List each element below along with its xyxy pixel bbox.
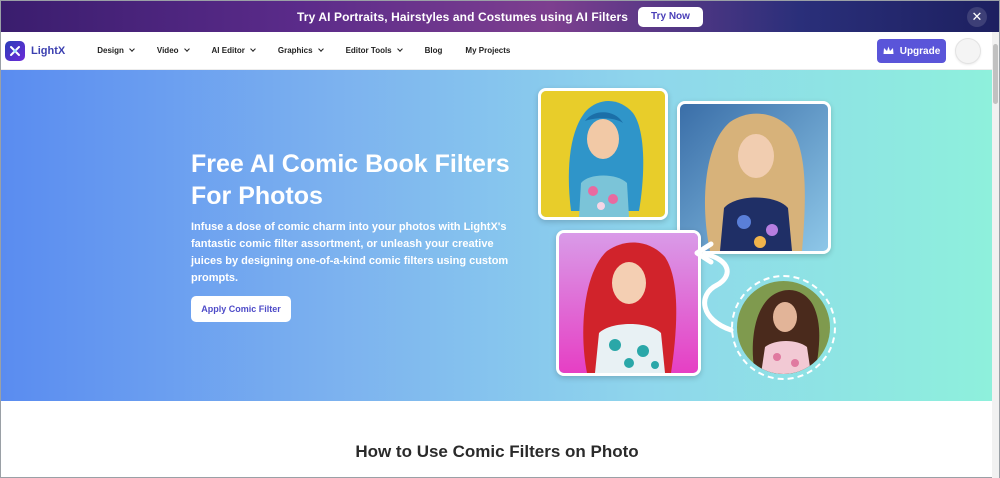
hero-section: Free AI Comic Book Filters For Photos In… (1, 70, 993, 401)
nav-item-video[interactable]: Video (156, 46, 190, 55)
hero-description: Infuse a dose of comic charm into your p… (191, 221, 509, 284)
comic-sample-image-blue-hair (538, 88, 668, 220)
nav-item-graphics[interactable]: Graphics (277, 46, 324, 55)
original-photo-thumbnail (731, 275, 836, 380)
comic-sample-image-red-hair (556, 230, 701, 376)
logo-text: LightX (31, 44, 66, 57)
top-navigation: LightX Design Video AI Editor Graphics E… (1, 32, 993, 70)
scrollbar-thumb[interactable] (993, 44, 998, 104)
chevron-down-icon (183, 46, 190, 52)
nav-item-label: Editor Tools (345, 46, 392, 55)
nav-item-label: My Projects (465, 46, 511, 55)
hero-title-line1: Free AI Comic Book Filters (191, 150, 510, 178)
lightx-logo-icon (5, 40, 25, 61)
crown-icon (883, 46, 894, 57)
upgrade-label: Upgrade (899, 45, 941, 57)
how-to-use-heading: How to Use Comic Filters on Photo (355, 442, 639, 461)
nav-menu: Design Video AI Editor Graphics Editor T… (97, 46, 533, 55)
nav-item-ai-editor[interactable]: AI Editor (211, 46, 256, 55)
nav-item-label: Video (156, 46, 179, 55)
avatar[interactable] (955, 38, 981, 64)
chevron-down-icon (250, 46, 256, 52)
nav-item-my-projects[interactable]: My Projects (465, 46, 510, 55)
chevron-down-icon (317, 46, 324, 52)
nav-item-editor-tools[interactable]: Editor Tools (345, 46, 403, 55)
close-icon[interactable]: ✕ (967, 7, 987, 27)
chevron-down-icon (396, 46, 403, 52)
chevron-down-icon (129, 46, 135, 52)
nav-item-blog[interactable]: Blog (425, 46, 443, 55)
nav-item-label: Blog (424, 46, 443, 55)
hero-title: Free AI Comic Book Filters For Photos (191, 148, 551, 212)
nav-item-label: Graphics (277, 46, 313, 55)
upgrade-button[interactable]: Upgrade (877, 39, 946, 63)
nav-item-label: AI Editor (211, 46, 245, 55)
promo-banner: Try AI Portraits, Hairstyles and Costume… (1, 1, 999, 32)
try-now-button[interactable]: Try Now (638, 6, 703, 27)
promo-text: Try AI Portraits, Hairstyles and Costume… (297, 9, 629, 24)
comic-sample-image-blonde (677, 101, 831, 254)
hero-title-line2: For Photos (191, 182, 323, 210)
apply-comic-filter-button[interactable]: Apply Comic Filter (191, 296, 291, 322)
nav-item-label: Design (97, 46, 124, 55)
logo[interactable]: LightX (5, 40, 66, 61)
page-scrollbar[interactable] (992, 32, 999, 478)
nav-item-design[interactable]: Design (97, 46, 135, 55)
